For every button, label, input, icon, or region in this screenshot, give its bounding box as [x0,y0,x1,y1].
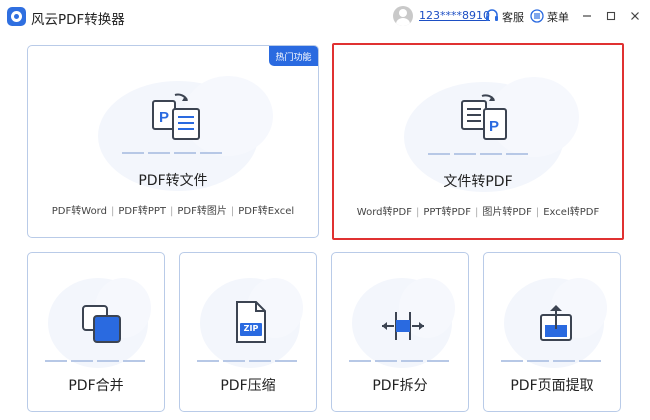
excel-to-pdf-link[interactable]: Excel转PDF [543,207,599,218]
user-account-link[interactable]: 123****8910 [419,9,490,22]
pdf-split-card[interactable]: PDF拆分 [331,252,469,412]
user-avatar[interactable] [393,6,413,26]
card-title: PDF拆分 [372,378,428,394]
card-title: PDF页面提取 [510,378,594,394]
pdf-to-file-icon: P [152,93,200,140]
app-title: 风云PDF转换器 [31,12,125,28]
close-button[interactable] [626,6,644,26]
menu-icon[interactable] [530,9,544,23]
close-icon [631,12,639,20]
title-bar: 风云PDF转换器 123****8910 客服 菜单 [0,0,650,33]
pdf-compress-card[interactable]: ZIP PDF压缩 [179,252,317,412]
maximize-icon [606,11,616,21]
customer-service-button[interactable]: 客服 [502,9,524,25]
app-logo-icon [7,7,26,26]
minimize-icon [583,15,591,17]
split-icon [382,312,424,340]
headset-icon[interactable] [484,8,500,24]
card-title: PDF压缩 [220,378,276,394]
card-title: 文件转PDF [443,174,513,190]
file-to-pdf-icon: P [461,94,507,140]
pdf-to-excel-link[interactable]: PDF转Excel [238,206,294,217]
file-to-pdf-card[interactable]: P 文件转PDF Word转PDF | PPT转PDF | 图片转PDF | Excel转P… [332,43,624,240]
separator: | [110,206,115,217]
separator: | [535,207,540,218]
minimize-button[interactable] [578,6,596,26]
card-title: PDF转文件 [138,173,208,189]
separator: | [415,207,420,218]
image-to-pdf-link[interactable]: 图片转PDF [482,207,531,218]
ppt-to-pdf-link[interactable]: PPT转PDF [423,207,471,218]
separator: | [475,207,479,218]
pdf-to-file-card[interactable]: 热门功能 P PDF转文件 PDF转Word | PDF转PPT | PDF转图片 | PD… [27,45,319,238]
menu-button[interactable]: 菜单 [547,9,569,25]
decoration-dash-line [349,360,453,362]
pdf-to-ppt-link[interactable]: PDF转PPT [118,206,166,217]
merge-icon [82,305,121,343]
pdf-to-word-link[interactable]: PDF转Word [52,206,107,217]
zip-icon [236,301,266,343]
card-sub-links: PDF转Word | PDF转PPT | PDF转图片 | PDF转Excel [28,202,318,217]
svg-text:P: P [159,109,169,126]
separator: | [170,206,174,217]
word-to-pdf-link[interactable]: Word转PDF [357,207,412,218]
decoration-dash-line [45,360,149,362]
decoration-dash-line [428,153,532,155]
svg-text:P: P [489,118,499,135]
card-sub-links: Word转PDF | PPT转PDF | 图片转PDF | Excel转PDF [334,203,622,218]
card-title: PDF合并 [68,378,124,394]
extract-icon [540,305,572,341]
pdf-merge-card[interactable]: PDF合并 [27,252,165,412]
decoration-dash-line [501,360,605,362]
pdf-to-image-link[interactable]: PDF转图片 [177,206,226,217]
pdf-page-extract-card[interactable]: PDF页面提取 [483,252,621,412]
zip-icon-label: ZIP [243,324,259,333]
separator: | [230,206,235,217]
decoration-dash-line [197,360,301,362]
decoration-dash-line [122,152,226,154]
hot-feature-badge: 热门功能 [269,46,318,66]
maximize-button[interactable] [602,6,620,26]
